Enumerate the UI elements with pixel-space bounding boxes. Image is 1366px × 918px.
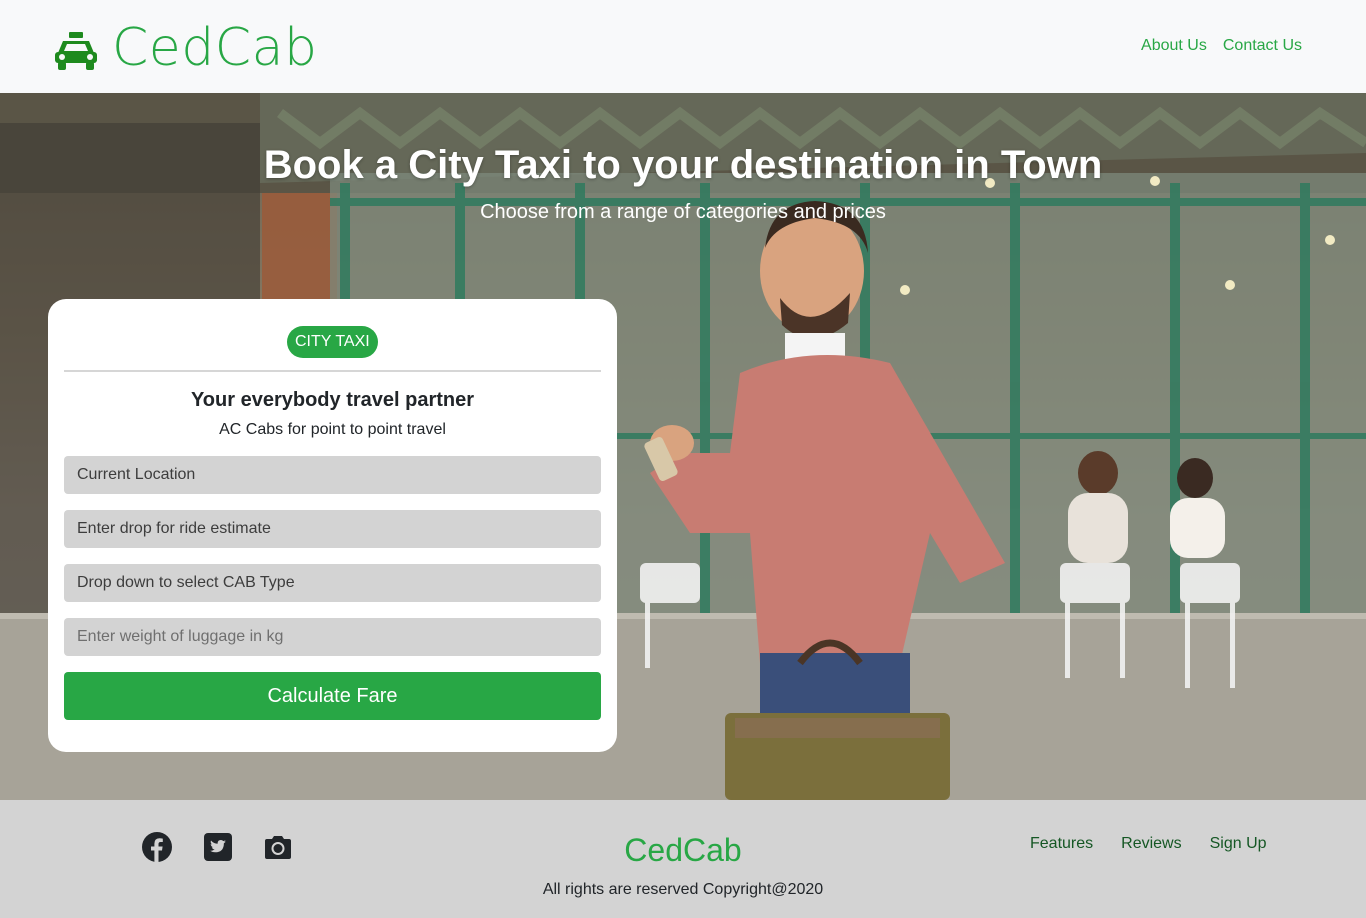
hero-section: Book a City Taxi to your destination in …: [0, 93, 1366, 800]
hero-subtitle: Choose from a range of categories and pr…: [480, 201, 886, 223]
brand-name: CedCab: [112, 18, 318, 78]
nav-contact-us-link[interactable]: Contact Us: [1223, 37, 1302, 55]
drop-location-select[interactable]: Enter drop for ride estimate: [64, 510, 601, 548]
nav-links: About Us Contact Us: [1141, 37, 1302, 55]
luggage-weight-input[interactable]: Enter weight of luggage in kg: [64, 618, 601, 656]
city-taxi-badge[interactable]: CITY TAXI: [287, 326, 378, 358]
nav-about-us-link[interactable]: About Us: [1141, 37, 1207, 55]
card-subtitle: AC Cabs for point to point travel: [219, 421, 446, 438]
card-title: Your everybody travel partner: [190, 389, 475, 411]
booking-card: CITY TAXI Your everybody travel partner …: [48, 299, 617, 752]
footer-reviews-link[interactable]: Reviews: [1121, 835, 1181, 853]
footer-copyright: All rights are reserved Copyright@2020: [542, 881, 824, 898]
pickup-location-select[interactable]: Current Location: [64, 456, 601, 494]
card-divider: [64, 370, 601, 372]
navbar: CedCab About Us Contact Us: [0, 0, 1366, 93]
footer-links: Features Reviews Sign Up: [1030, 835, 1267, 853]
brand-logo[interactable]: CedCab: [54, 18, 318, 78]
cab-type-select[interactable]: Drop down to select CAB Type: [64, 564, 601, 602]
hero-title: Book a City Taxi to your destination in …: [263, 143, 1103, 187]
footer-features-link[interactable]: Features: [1030, 835, 1093, 853]
taxi-icon: [55, 32, 97, 70]
footer: CedCab All rights are reserved Copyright…: [0, 800, 1366, 918]
calculate-fare-button[interactable]: Calculate Fare: [64, 672, 601, 720]
footer-sign-up-link[interactable]: Sign Up: [1210, 835, 1267, 853]
